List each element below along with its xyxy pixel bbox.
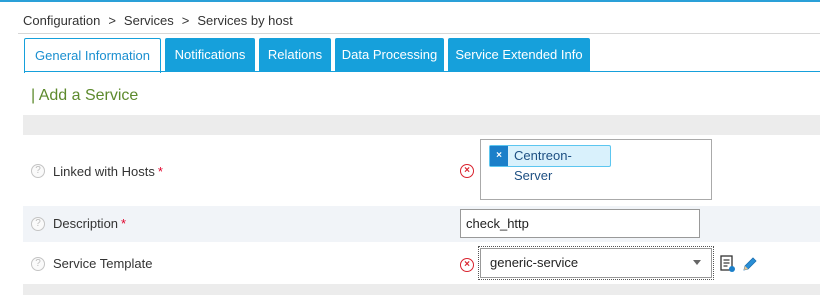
help-icon[interactable]: ? — [31, 257, 45, 271]
chip-remove-icon[interactable]: × — [490, 146, 508, 166]
required-marker: * — [157, 164, 163, 179]
description-input[interactable] — [460, 209, 700, 238]
breadcrumb-separator: > — [108, 13, 116, 28]
top-accent-line — [0, 0, 820, 2]
help-icon[interactable]: ? — [31, 164, 45, 178]
service-template-value: generic-service — [490, 255, 579, 270]
breadcrumb: Configuration > Services > Services by host — [23, 13, 293, 28]
row-description: ? Description * — [23, 206, 820, 242]
tabs-underline — [24, 71, 820, 72]
tab-relations[interactable]: Relations — [259, 38, 331, 72]
breadcrumb-services[interactable]: Services — [124, 13, 174, 28]
breadcrumb-separator: > — [181, 13, 190, 28]
template-doc-icon[interactable] — [720, 255, 736, 273]
breadcrumb-configuration[interactable]: Configuration — [23, 13, 100, 28]
host-chip-label: Centreon-Server — [514, 148, 572, 183]
tab-notifications[interactable]: Notifications — [165, 38, 255, 72]
linked-hosts-label: Linked with Hosts * — [53, 164, 163, 179]
breadcrumb-divider — [18, 33, 820, 34]
service-template-select[interactable]: generic-service — [478, 246, 714, 280]
required-marker: * — [121, 216, 127, 231]
form-footer-band — [23, 284, 820, 295]
tab-general-information[interactable]: General Information — [24, 38, 161, 73]
description-label: Description * — [53, 216, 127, 231]
clear-icon[interactable]: × — [460, 258, 474, 272]
linked-hosts-multiselect[interactable]: × Centreon-Server — [480, 139, 712, 200]
edit-pencil-icon[interactable] — [742, 256, 758, 272]
tab-service-extended-info[interactable]: Service Extended Info — [448, 38, 590, 72]
service-template-label: Service Template — [53, 256, 153, 271]
help-icon[interactable]: ? — [31, 217, 45, 231]
page-title: | Add a Service — [31, 87, 139, 104]
clear-icon[interactable]: × — [460, 164, 474, 178]
form-header-band — [23, 115, 820, 135]
breadcrumb-services-by-host[interactable]: Services by host — [197, 13, 292, 28]
dropdown-arrow-icon — [693, 260, 701, 265]
host-chip: × Centreon-Server — [489, 145, 611, 183]
tab-data-processing[interactable]: Data Processing — [335, 38, 444, 72]
